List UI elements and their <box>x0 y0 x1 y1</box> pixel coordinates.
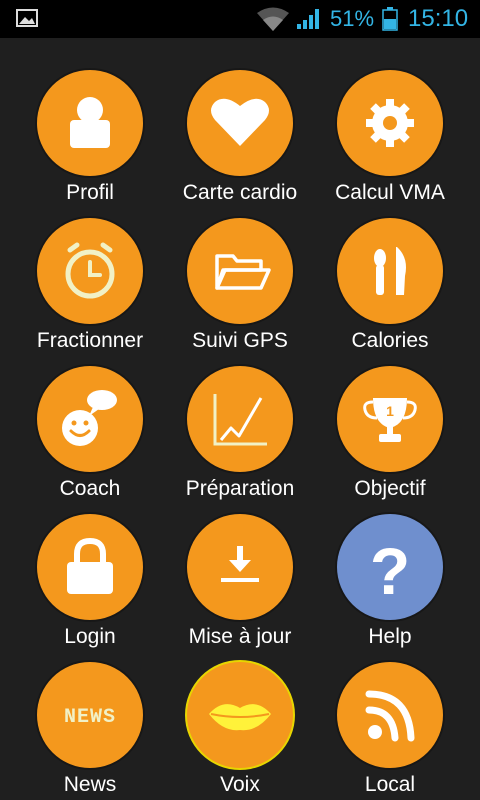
tile-suivi-gps[interactable]: Suivi GPS <box>165 186 315 352</box>
signal-icon <box>297 9 319 29</box>
tile-coach[interactable]: Coach <box>15 334 165 500</box>
tile-circle <box>187 218 293 324</box>
battery-icon <box>382 7 398 31</box>
tile-circle <box>37 514 143 620</box>
tile-circle: ? <box>337 514 443 620</box>
question-icon: ? <box>370 534 410 608</box>
tile-circle <box>337 218 443 324</box>
lips-icon <box>209 704 271 731</box>
tile-calories[interactable]: Calories <box>315 186 465 352</box>
tile-circle <box>187 514 293 620</box>
tile-login[interactable]: Login <box>15 482 165 648</box>
tile-objectif[interactable]: 1 Objectif <box>315 334 465 500</box>
lock-icon <box>67 537 113 594</box>
tile-circle <box>337 662 443 768</box>
tile-circle: NEWS <box>37 662 143 768</box>
tile-circle <box>37 218 143 324</box>
tile-label: Local <box>364 773 416 796</box>
tile-mise-a-jour[interactable]: Mise à jour <box>165 482 315 648</box>
tile-voix[interactable]: Voix <box>165 630 315 796</box>
tile-circle <box>187 70 293 176</box>
trophy-icon: 1 <box>363 398 417 442</box>
tile-profil[interactable]: Profil <box>15 38 165 204</box>
tile-circle <box>337 70 443 176</box>
status-bar: 51% 15:10 <box>0 0 480 38</box>
tile-circle <box>187 366 293 472</box>
tile-circle <box>37 366 143 472</box>
tile-news[interactable]: NEWS News <box>15 630 165 796</box>
tile-calcul-vma[interactable]: Calcul VMA <box>315 38 465 204</box>
tile-preparation[interactable]: Préparation <box>165 334 315 500</box>
heart-icon <box>211 98 269 146</box>
gear-icon <box>366 99 414 147</box>
app-menu-grid: Profil Carte cardio Calcul VMA Fractionn… <box>0 38 480 800</box>
line-chart-icon <box>213 394 267 446</box>
news-icon-text: NEWS <box>64 706 116 729</box>
rss-icon <box>365 690 415 742</box>
battery-percent: 51% <box>330 6 375 31</box>
question-mark: ? <box>370 534 410 608</box>
clock: 15:10 <box>408 5 469 32</box>
folder-icon <box>215 254 271 290</box>
tile-label: Voix <box>220 773 260 796</box>
smiley-speech-icon <box>62 390 117 446</box>
tile-fractionner[interactable]: Fractionner <box>15 186 165 352</box>
stopwatch-icon <box>65 242 115 299</box>
tile-circle: 1 <box>337 366 443 472</box>
wifi-icon <box>257 7 289 31</box>
tile-label: News <box>63 773 117 796</box>
tile-carte-cardio[interactable]: Carte cardio <box>165 38 315 204</box>
tile-local[interactable]: Local <box>315 630 465 796</box>
image-notification-icon <box>16 9 38 27</box>
news-icon: NEWS <box>64 706 116 729</box>
tile-help[interactable]: ? Help <box>315 482 465 648</box>
tile-circle <box>187 662 293 768</box>
user-icon <box>70 97 110 148</box>
cutlery-icon <box>374 247 406 295</box>
trophy-number: 1 <box>386 403 394 419</box>
download-icon <box>221 546 259 582</box>
tile-circle <box>37 70 143 176</box>
